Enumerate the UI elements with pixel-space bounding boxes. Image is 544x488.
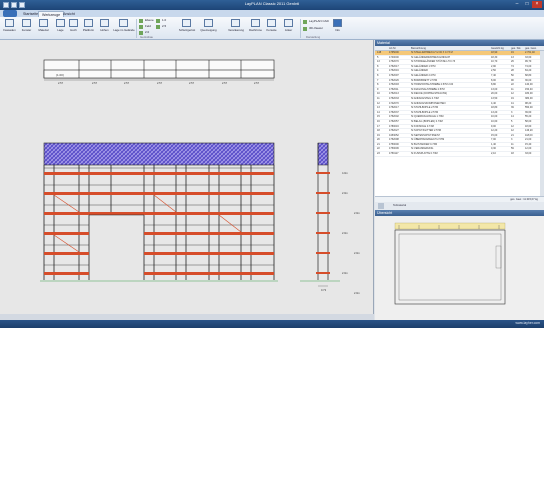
maximize-icon[interactable]: □	[522, 1, 532, 8]
status-website: www.layher.com	[515, 321, 541, 325]
height-label: 2.0m	[342, 271, 348, 275]
terrain-icon	[119, 19, 128, 27]
top-plan-view	[43, 59, 275, 81]
minimize-icon[interactable]: –	[512, 1, 522, 8]
gelaende-button[interactable]: Lage im Gelände	[113, 18, 135, 38]
height-label: 2.0m	[354, 251, 360, 255]
table-cell: 18	[511, 152, 514, 156]
window-title: LayPLAN Classic 2011 GenIntl	[244, 1, 300, 6]
top-dim: 2.57	[189, 81, 195, 85]
anchor-bolt-icon	[284, 19, 293, 27]
front-elevation	[40, 142, 278, 282]
3d-viewer-button[interactable]: 3D-Viewer	[303, 26, 323, 31]
height-label: 2.0m	[342, 191, 348, 195]
levels-icon	[100, 19, 109, 27]
ebene-option[interactable]: Ebene	[139, 18, 154, 23]
info-icon	[333, 19, 342, 27]
close-icon[interactable]: ×	[532, 1, 542, 8]
protection-net	[43, 142, 275, 166]
console-icon	[267, 19, 276, 27]
protection-icon	[182, 19, 191, 27]
file-menu-button[interactable]	[3, 10, 17, 17]
table-cell: 23	[377, 152, 380, 156]
title-bar: LayPLAN Classic 2011 GenIntl – □ ×	[0, 0, 544, 10]
layplan-cad-button[interactable]: LayPLAN CAD	[303, 19, 329, 24]
top-dim: 2.57	[222, 81, 228, 85]
position-icon	[56, 19, 65, 27]
height-icon	[69, 19, 78, 27]
anker-button[interactable]: Anker	[281, 18, 296, 38]
ribbon: Fassaden Fenster Material Lage Hoch Plat…	[0, 17, 544, 40]
ribbon-separator	[136, 19, 137, 38]
table-cell: SI FUSSPLATTE 0.73M	[411, 152, 438, 156]
size-option-b[interactable]: 1.0	[156, 18, 166, 23]
overview-drawing	[394, 222, 506, 305]
app-window: LayPLAN Classic 2011 GenIntl – □ × Start…	[0, 0, 544, 328]
drawing-canvas[interactable]: (1.00) 2.57 2.57 2.57 2.57 2.57 2.57 2.5…	[0, 40, 374, 320]
konsole-button[interactable]: Konsole	[264, 18, 279, 38]
ribbon-separator	[300, 19, 301, 38]
verankerung-button[interactable]: Verankerung	[226, 18, 246, 38]
material-icon	[39, 19, 48, 27]
group-label-geruestbau: Gerüstbau	[140, 35, 154, 39]
plattform-button[interactable]: Plattform	[81, 18, 96, 38]
ribbon-tabs: Startseite Werkzeuge Ansicht	[0, 10, 544, 17]
table-cell: 2,10	[491, 152, 496, 156]
side-elevation	[300, 142, 340, 287]
scaffold-drawing: (1.00) 2.57 2.57 2.57 2.57 2.57 2.57 2.5…	[40, 59, 360, 295]
table-row[interactable]: 23 1750117 SI FUSSPLATTE 0.73M 2,10 18 33,00	[375, 152, 544, 157]
top-dim: 2.57	[157, 81, 163, 85]
table-cell: 1750117	[389, 152, 399, 156]
height-label: 2.0m	[354, 291, 360, 295]
material-rows: 148 1765000 SI STELLRAHMEN LH 2.00 X 0.73 …	[375, 51, 544, 196]
height-label: 4.0m	[342, 171, 348, 175]
querneigung-button[interactable]: Querneigung	[200, 18, 217, 38]
slope-icon	[204, 19, 213, 27]
anchor-icon	[231, 19, 240, 27]
info-button[interactable]: Info	[330, 18, 345, 38]
size-option-c[interactable]: 2.5	[156, 24, 166, 29]
sub-material-label: Teilmaterial	[393, 204, 407, 207]
top-dim-left: (1.00)	[56, 73, 64, 77]
sub-material-bar: Teilmaterial	[375, 202, 544, 210]
hoehen-button[interactable]: Höhen	[97, 18, 112, 38]
status-bar: www.layher.com	[0, 320, 544, 328]
top-dim: 2.57	[254, 81, 260, 85]
top-dim: 2.57	[124, 81, 130, 85]
fenster-button[interactable]: Fenster	[19, 18, 34, 38]
window-icon	[22, 19, 31, 27]
dachrinne-button[interactable]: Dachrinne	[248, 18, 263, 38]
feld-option[interactable]: Feld	[139, 24, 151, 29]
hoch-button[interactable]: Hoch	[66, 18, 81, 38]
height-label: 2.0m	[342, 231, 348, 235]
top-dim: 2.57	[92, 81, 98, 85]
side-dim: 0.73	[321, 288, 327, 292]
group-label-darstellung: Darstellung	[306, 35, 321, 39]
expand-icon[interactable]	[378, 203, 384, 209]
material-panel: Material Art.Nr Bezeichnung Gewicht kg g…	[375, 40, 544, 320]
height-label: 2.0m	[354, 211, 360, 215]
top-dim: 2.57	[58, 81, 64, 85]
facade-icon	[5, 19, 14, 27]
platform-icon	[84, 19, 93, 27]
overview-preview[interactable]	[375, 216, 544, 320]
table-cell: 33,00	[525, 152, 532, 156]
fassaden-button[interactable]: Fassaden	[2, 18, 17, 38]
material-button[interactable]: Material	[36, 18, 51, 38]
schutzgeruest-button[interactable]: Schutzgerüst	[176, 18, 198, 38]
gutter-icon	[251, 19, 260, 27]
material-scrollbar[interactable]	[540, 51, 544, 196]
